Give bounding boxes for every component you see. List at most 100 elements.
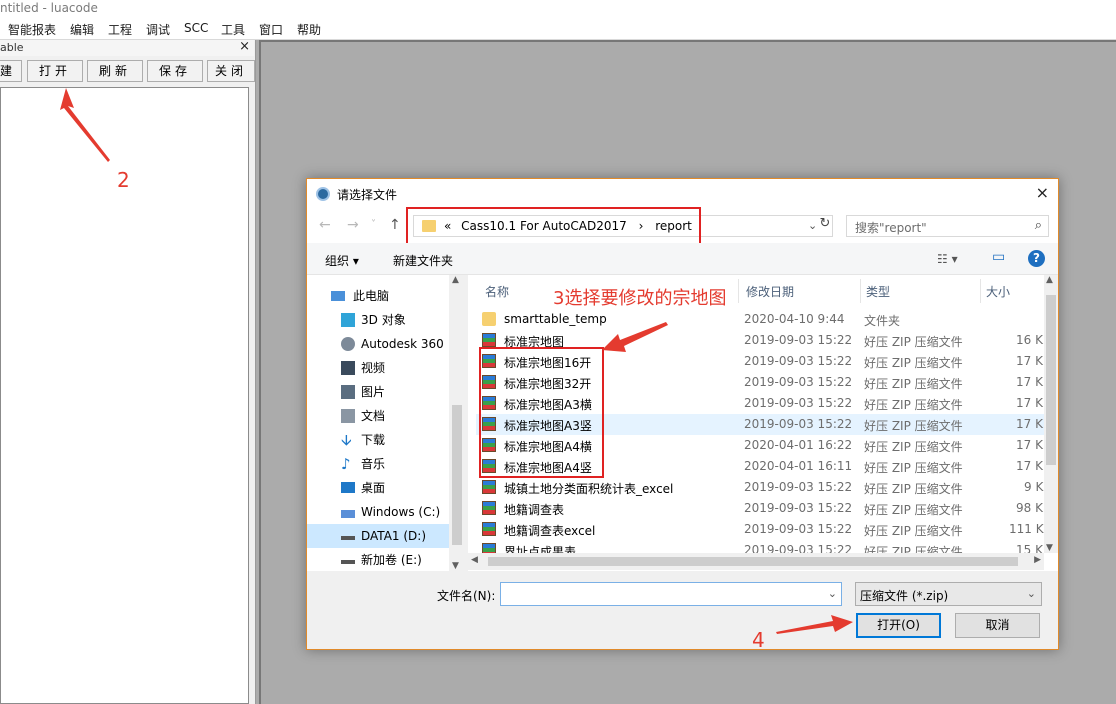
nav-item-downloads[interactable]: 🡫 下载 — [307, 428, 452, 452]
open-button[interactable]: 打开 — [27, 60, 83, 82]
new-button[interactable]: 建 — [0, 60, 22, 82]
nav-item-this-pc[interactable]: 此电脑 — [307, 284, 452, 308]
file-type: 好压 ZIP 压缩文件 — [864, 377, 963, 391]
column-header-date[interactable]: 修改日期 — [746, 283, 794, 300]
column-header-size[interactable]: 大小 — [986, 283, 1010, 300]
menu-scc[interactable]: SCC — [184, 21, 208, 35]
file-size: 17 K — [1016, 375, 1043, 389]
menu-smart-report[interactable]: 智能报表 — [8, 21, 56, 38]
filename-dropdown-icon[interactable]: ⌄ — [828, 587, 837, 600]
file-name: 地籍调查表excel — [504, 524, 596, 538]
menu-help[interactable]: 帮助 — [297, 21, 321, 38]
nav-item-data1-d[interactable]: DATA1 (D:) — [307, 524, 452, 548]
scroll-up-icon[interactable]: ▲ — [1046, 275, 1053, 285]
up-arrow-icon[interactable]: ↑ — [389, 217, 401, 233]
file-row[interactable]: smarttable_temp 2020-04-10 9:44 文件夹 — [476, 309, 1046, 330]
file-type: 好压 ZIP 压缩文件 — [864, 503, 963, 517]
file-size: 17 K — [1016, 459, 1043, 473]
nav-item-autodesk-360[interactable]: Autodesk 360 — [307, 332, 452, 356]
dialog-titlebar: 请选择文件 × — [307, 179, 1058, 209]
nav-label: DATA1 (D:) — [361, 529, 427, 543]
refresh-icon[interactable]: ↻ — [815, 216, 835, 236]
search-input[interactable]: 搜索"report" ⌕ — [846, 215, 1049, 237]
search-icon[interactable]: ⌕ — [1035, 218, 1042, 233]
filename-input[interactable]: ⌄ — [500, 582, 842, 606]
file-date: 2019-09-03 15:22 — [744, 333, 853, 347]
file-date: 2020-04-10 9:44 — [744, 312, 845, 326]
nav-item-documents[interactable]: 文档 — [307, 404, 452, 428]
column-separator[interactable] — [738, 279, 739, 303]
nav-item-windows-c[interactable]: Windows (C:) — [307, 500, 452, 524]
help-icon[interactable]: ? — [1028, 250, 1045, 267]
file-size: 16 K — [1016, 333, 1043, 347]
menu-debug[interactable]: 调试 — [146, 21, 170, 38]
annotation-4: 4 — [752, 628, 765, 652]
desktop-icon — [341, 482, 355, 493]
back-arrow-icon[interactable]: ← — [319, 217, 331, 233]
filename-label: 文件名(N): — [437, 589, 496, 603]
nav-item-desktop[interactable]: 桌面 — [307, 476, 452, 500]
scroll-left-icon[interactable]: ◀ — [471, 555, 478, 565]
filetype-dropdown-icon[interactable]: ⌄ — [1027, 587, 1036, 600]
file-date: 2019-09-03 15:22 — [744, 501, 853, 515]
nav-item-new-volume-e[interactable]: 新加卷 (E:) — [307, 548, 452, 572]
document-icon — [341, 409, 355, 423]
save-button[interactable]: 保存 — [147, 60, 203, 82]
view-options-icon[interactable]: ☷ ▾ — [937, 252, 958, 266]
nav-item-videos[interactable]: 视频 — [307, 356, 452, 380]
menu-project[interactable]: 工程 — [108, 21, 132, 38]
nav-label: 文档 — [361, 409, 386, 423]
forward-arrow-icon[interactable]: → — [347, 217, 359, 233]
zip-file-icon — [482, 501, 496, 515]
recent-locations-icon[interactable]: ˅ — [371, 219, 376, 230]
nav-label: 3D 对象 — [361, 313, 406, 327]
preview-pane-icon[interactable]: ▭ — [992, 249, 1005, 265]
filetype-select[interactable]: 压缩文件 (*.zip) ⌄ — [855, 582, 1042, 606]
annotation-2: 2 — [117, 168, 130, 192]
nav-label: 图片 — [361, 385, 386, 399]
picture-icon — [341, 385, 355, 399]
nav-item-music[interactable]: ♪ 音乐 — [307, 452, 452, 476]
file-list-vscrollbar[interactable]: ▲ ▼ — [1044, 275, 1058, 553]
column-header-type[interactable]: 类型 — [866, 283, 890, 300]
nav-scrollbar[interactable]: ▲ ▼ — [449, 275, 465, 571]
scroll-down-icon[interactable]: ▼ — [1046, 543, 1053, 553]
file-type: 好压 ZIP 压缩文件 — [864, 440, 963, 454]
column-header-name[interactable]: 名称 — [485, 283, 509, 300]
open-file-button[interactable]: 打开(O) — [856, 613, 941, 638]
scroll-right-icon[interactable]: ▶ — [1034, 555, 1041, 565]
refresh-button[interactable]: 刷新 — [87, 60, 143, 82]
file-row[interactable]: 地籍调查表 2019-09-03 15:22 好压 ZIP 压缩文件 98 K — [476, 498, 1046, 519]
music-icon: ♪ — [341, 455, 351, 473]
file-type: 好压 ZIP 压缩文件 — [864, 335, 963, 349]
file-type: 好压 ZIP 压缩文件 — [864, 398, 963, 412]
nav-item-3d-objects[interactable]: 3D 对象 — [307, 308, 452, 332]
scroll-down-icon[interactable]: ▼ — [452, 561, 459, 571]
close-button[interactable]: 关闭 — [207, 60, 255, 82]
file-type: 好压 ZIP 压缩文件 — [864, 356, 963, 370]
nav-item-pictures[interactable]: 图片 — [307, 380, 452, 404]
nav-scroll-thumb[interactable] — [452, 405, 462, 545]
file-type: 好压 ZIP 压缩文件 — [864, 419, 963, 433]
menu-tools[interactable]: 工具 — [221, 21, 245, 38]
file-row[interactable]: 城镇土地分类面积统计表_excel 2019-09-03 15:22 好压 ZI… — [476, 477, 1046, 498]
file-name: smarttable_temp — [504, 312, 607, 326]
file-row[interactable]: 地籍调查表excel 2019-09-03 15:22 好压 ZIP 压缩文件 … — [476, 519, 1046, 540]
menu-window[interactable]: 窗口 — [259, 21, 283, 38]
scroll-up-icon[interactable]: ▲ — [452, 275, 459, 285]
nav-label: 此电脑 — [353, 289, 390, 303]
panel-toolbar: 建 打开 刷新 保存 关闭 — [0, 58, 255, 86]
panel-close-icon[interactable]: × — [239, 39, 250, 55]
column-separator[interactable] — [860, 279, 861, 303]
file-list-hscrollbar[interactable]: ◀ ▶ — [468, 553, 1044, 570]
cancel-button[interactable]: 取消 — [955, 613, 1040, 638]
vscroll-thumb[interactable] — [1046, 295, 1056, 465]
file-date: 2019-09-03 15:22 — [744, 522, 853, 536]
new-folder-button[interactable]: 新建文件夹 — [393, 252, 453, 269]
column-separator[interactable] — [980, 279, 981, 303]
hscroll-thumb[interactable] — [488, 557, 1018, 566]
organize-menu[interactable]: 组织 ▾ — [325, 252, 359, 269]
file-date: 2019-09-03 15:22 — [744, 480, 853, 494]
menu-edit[interactable]: 编辑 — [70, 21, 94, 38]
dialog-close-icon[interactable]: × — [1036, 183, 1049, 202]
